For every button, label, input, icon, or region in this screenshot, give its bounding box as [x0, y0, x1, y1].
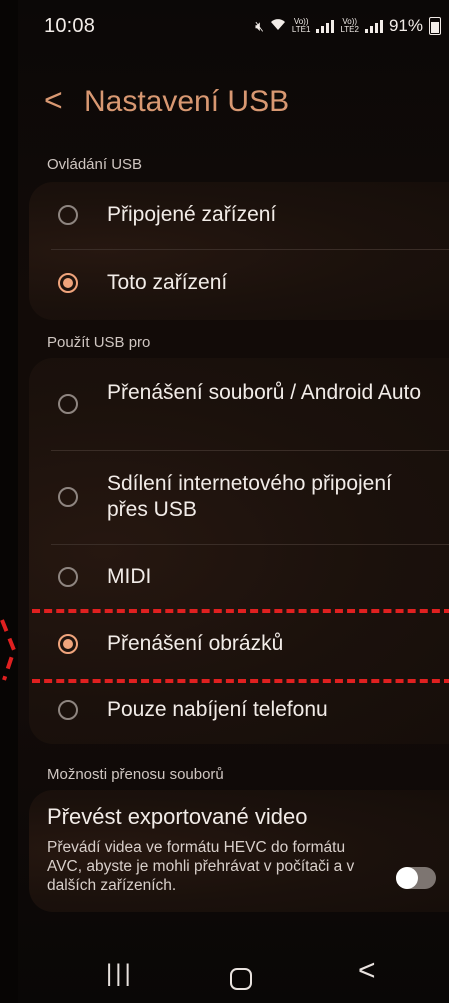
convert-video-title: Převést exportované video	[47, 804, 308, 829]
option-charging-only[interactable]: Pouze nabíjení telefonu	[29, 678, 449, 744]
volte-lte1-label: Vo)) LTE1	[291, 17, 311, 34]
navigation-bar: ||| <	[18, 950, 449, 1003]
status-icons: 🔇︎ Vo)) LTE1 Vo)) LTE2 91%	[255, 16, 441, 36]
back-chevron-icon[interactable]: <	[44, 82, 63, 119]
phone-screen: 10:08 🔇︎ Vo)) LTE1 Vo)) LTE2 91% < Nastave…	[18, 0, 449, 1003]
convert-video-toggle[interactable]	[396, 867, 436, 889]
page-header: < Nastavení USB	[18, 82, 449, 122]
option-label: Přenášení obrázků	[107, 632, 284, 655]
signal-1-icon	[316, 19, 335, 33]
toggle-knob	[396, 867, 418, 889]
radio-midi[interactable]	[58, 567, 78, 587]
usb-control-card: Připojené zařízení Toto zařízení	[29, 182, 449, 320]
option-this-device[interactable]: Toto zařízení	[29, 250, 449, 320]
section-label-transfer-options: Možnosti přenosu souborů	[47, 766, 224, 783]
option-picture-transfer[interactable]: Přenášení obrázků	[29, 612, 449, 678]
radio-this-device[interactable]	[58, 273, 78, 293]
section-label-usb-control: Ovládání USB	[47, 156, 143, 173]
status-time: 10:08	[44, 15, 96, 37]
wifi-icon	[270, 18, 286, 34]
highlight-dash-bottom	[32, 679, 449, 683]
recent-apps-icon[interactable]: |||	[106, 960, 134, 988]
highlight-arrow-icon	[0, 619, 17, 681]
radio-picture-transfer[interactable]	[58, 634, 78, 654]
option-label: MIDI	[107, 565, 152, 588]
page-title: Nastavení USB	[84, 85, 290, 118]
option-label: Připojené zařízení	[107, 203, 277, 226]
radio-connected-device[interactable]	[58, 205, 78, 225]
option-label: Přenášení souborů / Android Auto	[107, 381, 422, 404]
highlight-dash-top	[32, 609, 449, 613]
volte-lte2-label: Vo)) LTE2	[340, 17, 359, 34]
use-usb-card: Přenášení souborů / Android Auto Sdílení…	[29, 358, 449, 744]
convert-video-description: Převádí videa ve formátu HEVC do formátu…	[47, 839, 355, 894]
battery-percent: 91%	[388, 16, 423, 35]
signal-2-icon	[364, 19, 383, 33]
option-label: Toto zařízení	[107, 271, 228, 294]
status-bar: 10:08 🔇︎ Vo)) LTE1 Vo)) LTE2 91%	[18, 0, 449, 52]
option-label: Pouze nabíjení telefonu	[107, 698, 328, 721]
radio-file-transfer[interactable]	[58, 394, 78, 414]
radio-charging-only[interactable]	[58, 700, 78, 720]
mute-icon: 🔇︎	[255, 17, 264, 34]
section-label-use-usb-for: Použít USB pro	[47, 334, 151, 351]
home-icon[interactable]	[230, 968, 252, 990]
option-connected-device[interactable]: Připojené zařízení	[29, 182, 449, 248]
battery-icon	[429, 17, 441, 35]
option-file-transfer[interactable]: Přenášení souborů / Android Auto	[29, 358, 449, 450]
option-label: Sdílení internetového připojení přes USB	[107, 472, 392, 521]
back-nav-icon[interactable]: <	[358, 954, 376, 988]
option-midi[interactable]: MIDI	[29, 545, 449, 611]
option-usb-tethering[interactable]: Sdílení internetového připojení přes USB	[29, 451, 449, 543]
radio-usb-tethering[interactable]	[58, 487, 78, 507]
